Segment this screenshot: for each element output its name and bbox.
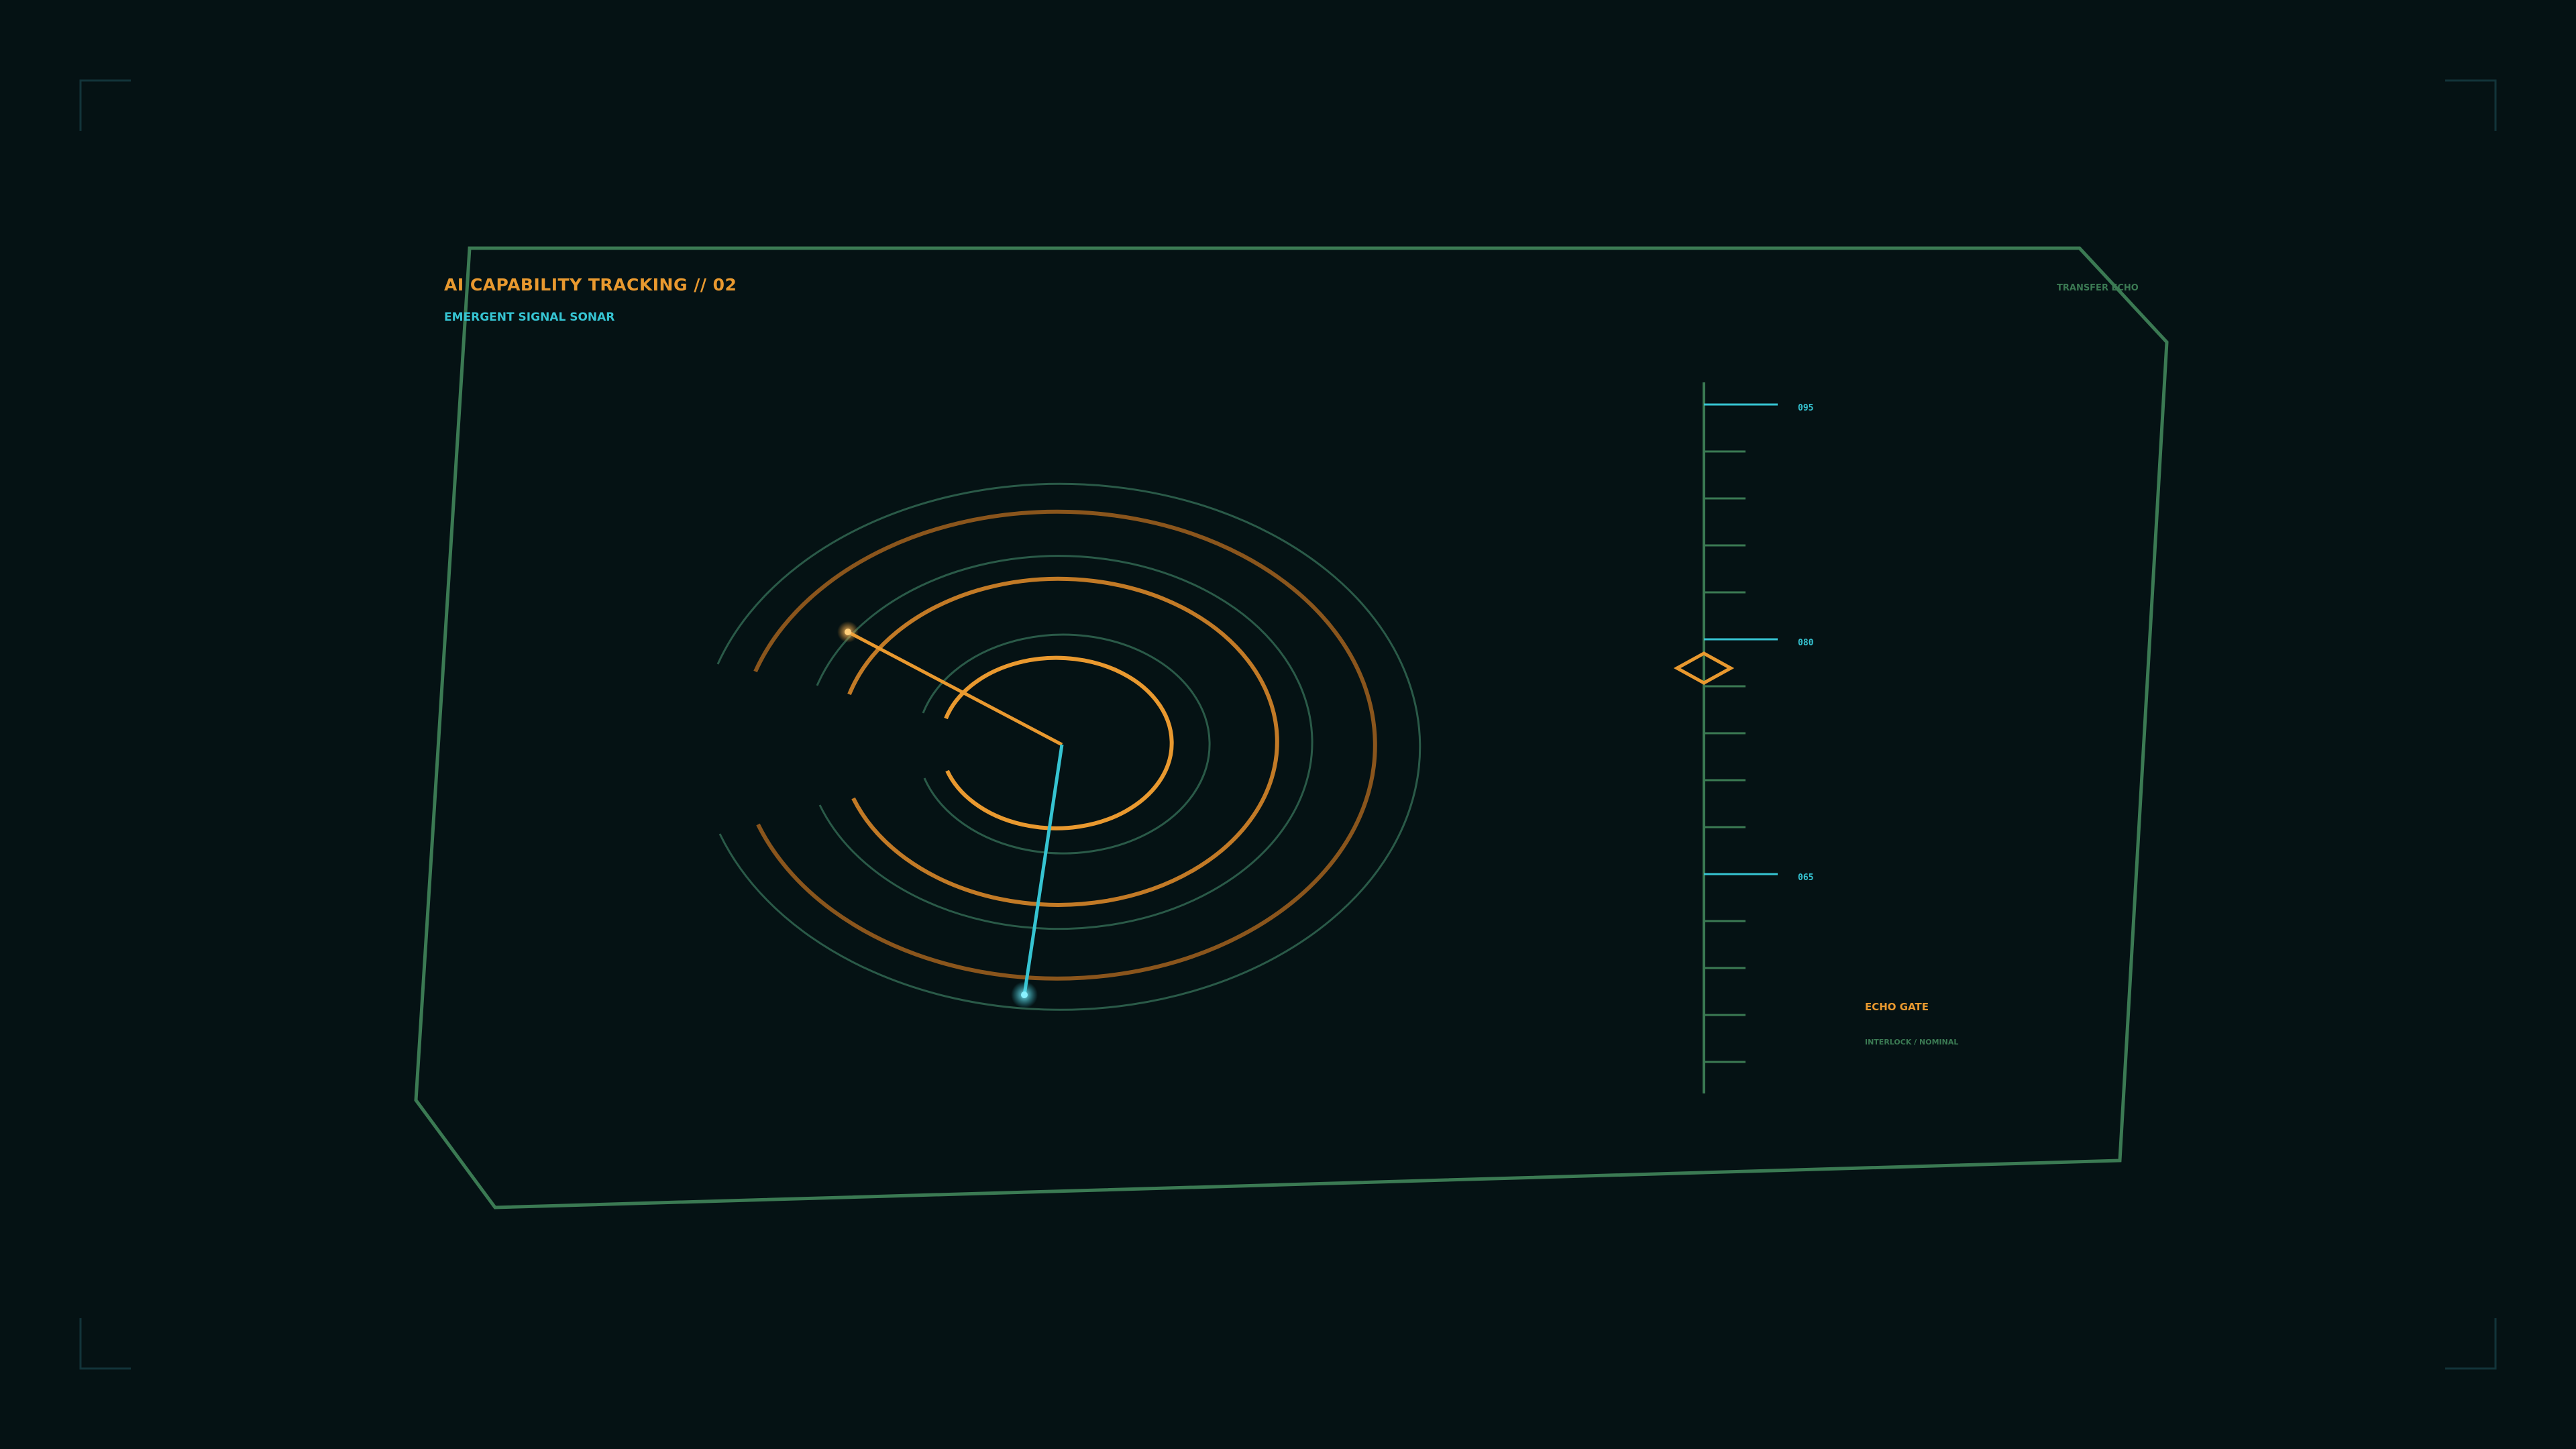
sonar-rings (716, 482, 1421, 1011)
screen-corner-brackets (79, 79, 2497, 1370)
page-subtitle: EMERGENT SIGNAL SONAR (444, 311, 615, 324)
page-title: AI CAPABILITY TRACKING // 02 (444, 275, 737, 294)
cyan-sweep-dot (1021, 991, 1028, 998)
hud-screen: AI CAPABILITY TRACKING // 02 EMERGENT SI… (0, 0, 2576, 1449)
hud-graphics (79, 79, 2497, 1370)
vertical-gauge (1673, 382, 1778, 1093)
corner-bracket-bottom-right (2445, 1318, 2497, 1370)
corner-bracket-top-right (2445, 79, 2497, 131)
gauge-tick-label-095: 095 (1798, 403, 1814, 413)
sonar-ring-mid-thin (816, 555, 1313, 930)
amber-sweep-line (847, 630, 1063, 747)
gauge-major-ticks (1704, 403, 1778, 875)
echo-gate-title: ECHO GATE (1865, 1001, 1929, 1013)
sonar-ring-large-amber (753, 509, 1377, 981)
sonar-ring-inner-thin (922, 633, 1211, 855)
echo-gate-status: INTERLOCK / NOMINAL (1865, 1038, 1959, 1046)
sonar-ring-mid-amber (847, 576, 1279, 907)
corner-bracket-bottom-left (79, 1318, 131, 1370)
gauge-tick-label-065: 065 (1798, 873, 1814, 883)
transfer-echo-label: TRANSFER ECHO (2057, 283, 2139, 293)
corner-bracket-top-left (79, 79, 131, 131)
amber-sweep-dot (845, 629, 851, 635)
sonar-ring-outer-thin (716, 482, 1421, 1011)
gauge-minor-ticks (1704, 450, 1746, 1063)
cyan-sweep-line (1022, 744, 1064, 996)
sonar-sweeps (837, 621, 1064, 1008)
gauge-tick-label-080: 080 (1798, 638, 1814, 648)
panel-frame (414, 246, 2169, 1210)
